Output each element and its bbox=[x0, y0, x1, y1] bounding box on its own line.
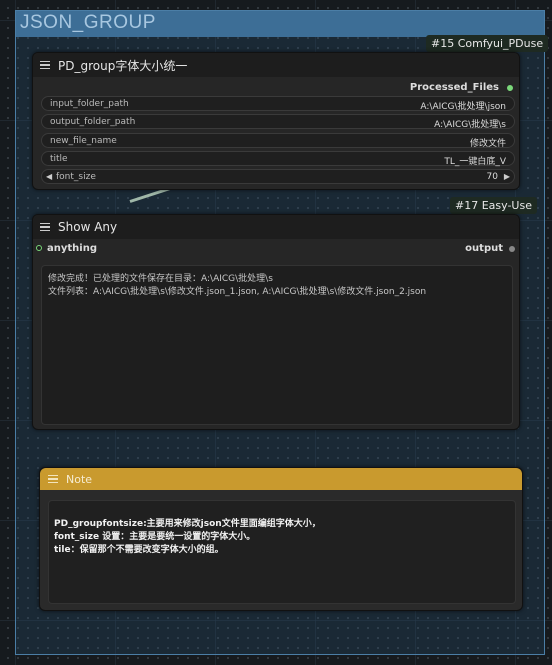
widget-value: A:\AICG\批处理\s bbox=[434, 120, 506, 130]
output-slot-dot[interactable] bbox=[509, 246, 515, 252]
title-widget[interactable]: title TL_一键白底_V bbox=[41, 151, 515, 167]
widget-label: output_folder_path bbox=[50, 117, 136, 127]
node-17-badge: #17 Easy-Use bbox=[450, 197, 537, 214]
new-file-name-widget[interactable]: new_file_name 修改文件 bbox=[41, 133, 515, 149]
menu-icon[interactable] bbox=[48, 473, 58, 485]
node-15-title: PD_group字体大小统一 bbox=[58, 58, 188, 73]
increment-arrow-icon[interactable]: ▶ bbox=[504, 172, 510, 181]
menu-icon[interactable] bbox=[40, 221, 50, 233]
group-title: JSON_GROUP bbox=[20, 12, 156, 33]
note-header[interactable]: Note bbox=[40, 468, 522, 490]
show-any-output-text[interactable]: 修改完成！已处理的文件保存在目录：A:\AICG\批处理\s 文件列表：A:\A… bbox=[41, 265, 513, 425]
output-slot-dot[interactable] bbox=[507, 85, 513, 91]
node-17-title: Show Any bbox=[58, 220, 118, 234]
widget-label: new_file_name bbox=[50, 136, 117, 146]
show-any-node[interactable]: Show Any anything output 修改完成！已处理的文件保存在目… bbox=[32, 214, 520, 430]
decrement-arrow-icon[interactable]: ◀ bbox=[46, 172, 52, 181]
widget-value: TL_一键白底_V bbox=[444, 157, 506, 167]
widget-label: title bbox=[50, 154, 68, 164]
font-size-widget[interactable]: ◀ font_size 70 ▶ bbox=[41, 169, 515, 184]
pd-group-font-node[interactable]: PD_group字体大小统一 Processed_Files input_fol… bbox=[32, 52, 520, 190]
output-folder-path-widget[interactable]: output_folder_path A:\AICG\批处理\s bbox=[41, 114, 515, 130]
node-15-header[interactable]: PD_group字体大小统一 bbox=[33, 53, 519, 77]
widget-label: input_folder_path bbox=[50, 99, 129, 109]
input-folder-path-widget[interactable]: input_folder_path A:\AICG\批处理\json bbox=[41, 96, 515, 112]
group-header[interactable]: JSON_GROUP bbox=[16, 11, 544, 37]
input-slot-dot[interactable] bbox=[36, 245, 42, 251]
menu-icon[interactable] bbox=[40, 59, 50, 71]
note-title: Note bbox=[66, 472, 93, 486]
output-label: output bbox=[465, 243, 503, 254]
widget-value: 70 bbox=[486, 172, 498, 182]
widget-value: A:\AICG\批处理\json bbox=[420, 102, 506, 112]
node-15-badge: #15 Comfyui_PDuse bbox=[426, 35, 549, 52]
anything-input-label: anything bbox=[47, 243, 97, 254]
note-text: PD_groupfontsize:主要用来修改json文件里面编组字体大小， f… bbox=[54, 519, 321, 555]
note-node[interactable]: Note PD_groupfontsize:主要用来修改json文件里面编组字体… bbox=[39, 467, 523, 611]
node-17-header[interactable]: Show Any bbox=[33, 215, 519, 239]
processed-files-output-label: Processed_Files bbox=[409, 82, 499, 93]
widget-label: font_size bbox=[56, 172, 96, 182]
widget-value: 修改文件 bbox=[469, 139, 506, 149]
